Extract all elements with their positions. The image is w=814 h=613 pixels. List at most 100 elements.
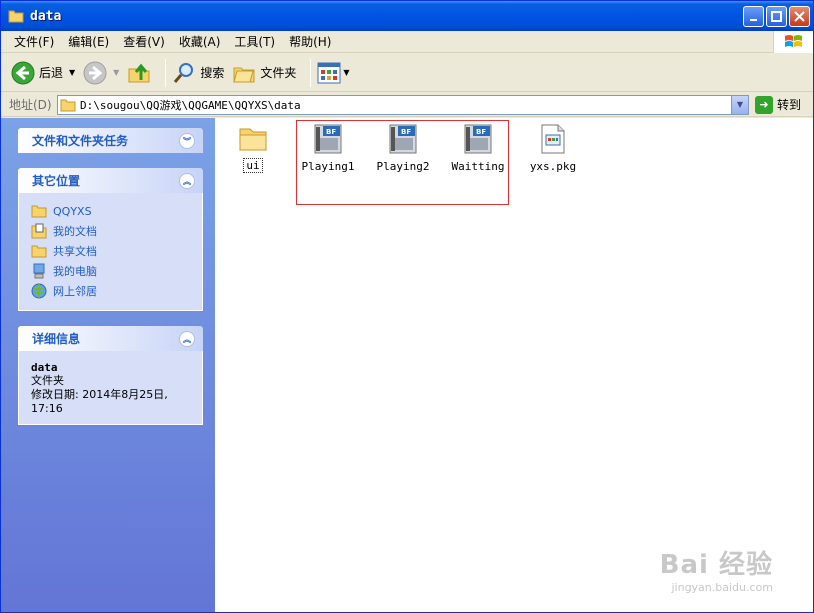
place-qqyxs[interactable]: QQYXS [31, 201, 190, 221]
place-label: 共享文档 [53, 245, 97, 258]
menu-help[interactable]: 帮助(H) [282, 33, 338, 50]
forward-dropdown-icon[interactable]: ▼ [113, 68, 119, 77]
bf-file-icon: BF [314, 124, 342, 154]
places-panel-header[interactable]: 其它位置 ︽ [18, 168, 203, 193]
my-computer-icon [33, 263, 45, 279]
tasks-panel-title: 文件和文件夹任务 [32, 134, 129, 148]
windows-logo [773, 31, 813, 53]
menu-view[interactable]: 查看(V) [116, 33, 172, 50]
toolbar-separator [165, 58, 167, 87]
file-item-ui[interactable]: ui [215, 124, 291, 173]
place-my-documents[interactable]: 我的文档 [31, 221, 190, 241]
network-places-icon [31, 283, 47, 299]
tasks-panel-header[interactable]: 文件和文件夹任务 ︾ [18, 128, 203, 153]
maximize-icon [771, 11, 782, 22]
folder-icon [239, 128, 267, 151]
menu-edit[interactable]: 编辑(E) [61, 33, 116, 50]
search-icon [174, 62, 194, 83]
file-item-yxs-pkg[interactable]: yxs.pkg [515, 124, 591, 173]
window-title: data [30, 8, 62, 24]
views-dropdown-icon[interactable]: ▼ [343, 68, 349, 77]
bf-file-icon: BF [464, 124, 492, 154]
menu-tools[interactable]: 工具(T) [227, 33, 282, 50]
maximize-button[interactable] [766, 6, 787, 27]
details-panel: 详细信息 ︽ data 文件夹 修改日期: 2014年8月25日, 17:16 [18, 326, 203, 425]
chevron-down-icon: ▼ [736, 100, 744, 109]
file-name: ui [243, 158, 263, 173]
details-panel-body: data 文件夹 修改日期: 2014年8月25日, 17:16 [18, 351, 203, 425]
minimize-icon [749, 18, 757, 21]
places-panel-body: QQYXS 我的文档 共享文档 我的电脑 网上邻居 [18, 193, 203, 311]
detail-modified-time: 17:16 [31, 402, 63, 415]
search-label: 搜索 [200, 66, 225, 80]
file-item-waitting[interactable]: BF Waitting [440, 124, 516, 173]
toolbar-separator [310, 58, 312, 87]
shared-documents-icon [31, 245, 47, 258]
menu-file[interactable]: 文件(F) [7, 33, 61, 50]
address-path: D:\sougou\QQ游戏\QQGAME\QQYXS\data [80, 98, 301, 112]
menu-favorites[interactable]: 收藏(A) [172, 33, 228, 50]
file-name: Waitting [451, 160, 505, 173]
places-panel: 其它位置 ︽ QQYXS 我的文档 共享文档 我的电脑 网上邻居 [18, 168, 203, 311]
back-button[interactable]: 后退 ▼ [11, 61, 75, 85]
chevron-up-icon[interactable]: ︽ [179, 173, 195, 189]
search-button[interactable]: 搜索 [172, 61, 224, 85]
folders-button[interactable]: 文件夹 [232, 61, 296, 85]
svg-text:BF: BF [476, 128, 486, 136]
file-item-playing1[interactable]: BF Playing1 [290, 124, 366, 173]
watermark-sub: jingyan.baidu.com [671, 581, 773, 594]
close-button[interactable] [789, 6, 810, 27]
place-label: 我的电脑 [53, 265, 97, 278]
address-input[interactable]: D:\sougou\QQ游戏\QQGAME\QQYXS\data ▼ [57, 94, 749, 115]
folders-label: 文件夹 [260, 66, 297, 80]
address-dropdown-button[interactable]: ▼ [731, 95, 748, 114]
details-panel-title: 详细信息 [32, 332, 81, 346]
tasks-panel: 文件和文件夹任务 ︾ [18, 128, 203, 153]
go-label: 转到 [777, 98, 802, 112]
forward-arrow-icon [83, 61, 107, 84]
toolbar: 后退 ▼ ▼ 搜索 文件夹 ▼ [1, 54, 813, 92]
details-panel-header[interactable]: 详细信息 ︽ [18, 326, 203, 351]
folders-icon [233, 67, 255, 82]
places-panel-title: 其它位置 [32, 174, 81, 188]
watermark-main: Bai 经验 [659, 550, 773, 580]
place-label: 我的文档 [53, 225, 97, 238]
file-view[interactable]: ui BF Playing1 BF Playing2 BF Waitting y… [215, 118, 813, 612]
pkg-file-icon [541, 124, 565, 154]
task-pane: 文件和文件夹任务 ︾ 其它位置 ︽ QQYXS 我的文档 共享文档 我的电脑 网… [1, 118, 215, 612]
folder-icon [60, 99, 76, 111]
svg-text:BF: BF [401, 128, 411, 136]
file-item-playing2[interactable]: BF Playing2 [365, 124, 441, 173]
back-label: 后退 [39, 66, 64, 80]
up-folder-icon [128, 63, 150, 82]
views-button[interactable]: ▼ [317, 62, 350, 84]
explorer-window: data 文件(F) 编辑(E) 查看(V) 收藏(A) 工具(T) 帮助(H) [0, 0, 814, 613]
back-dropdown-icon[interactable]: ▼ [69, 68, 75, 77]
back-arrow-icon [11, 61, 35, 84]
folder-icon [8, 10, 24, 23]
detail-modified-date: 修改日期: 2014年8月25日, [31, 388, 168, 401]
place-label: QQYXS [53, 204, 92, 218]
forward-button[interactable]: ▼ [83, 61, 119, 85]
place-label: 网上邻居 [53, 285, 97, 298]
place-network[interactable]: 网上邻居 [31, 281, 190, 301]
file-name: yxs.pkg [529, 160, 577, 173]
minimize-button[interactable] [743, 6, 764, 27]
chevron-up-icon[interactable]: ︽ [179, 331, 195, 347]
windows-flag-icon [784, 35, 802, 47]
chevron-down-icon[interactable]: ︾ [179, 133, 195, 149]
title-bar[interactable]: data [1, 1, 813, 31]
address-bar: 地址(D) D:\sougou\QQ游戏\QQGAME\QQYXS\data ▼… [1, 93, 813, 117]
bf-file-icon: BF [389, 124, 417, 154]
place-shared-documents[interactable]: 共享文档 [31, 241, 190, 261]
up-folder-button[interactable] [127, 61, 151, 85]
close-icon [794, 11, 805, 22]
address-label: 地址(D) [9, 98, 52, 112]
menu-bar: 文件(F) 编辑(E) 查看(V) 收藏(A) 工具(T) 帮助(H) [1, 31, 813, 53]
go-button[interactable]: ➜ 转到 [755, 95, 802, 114]
views-icon [317, 62, 341, 83]
my-documents-icon [31, 223, 47, 239]
svg-text:BF: BF [326, 128, 336, 136]
baidu-watermark: Bai 经验 jingyan.baidu.com [660, 544, 773, 594]
place-my-computer[interactable]: 我的电脑 [31, 261, 190, 281]
